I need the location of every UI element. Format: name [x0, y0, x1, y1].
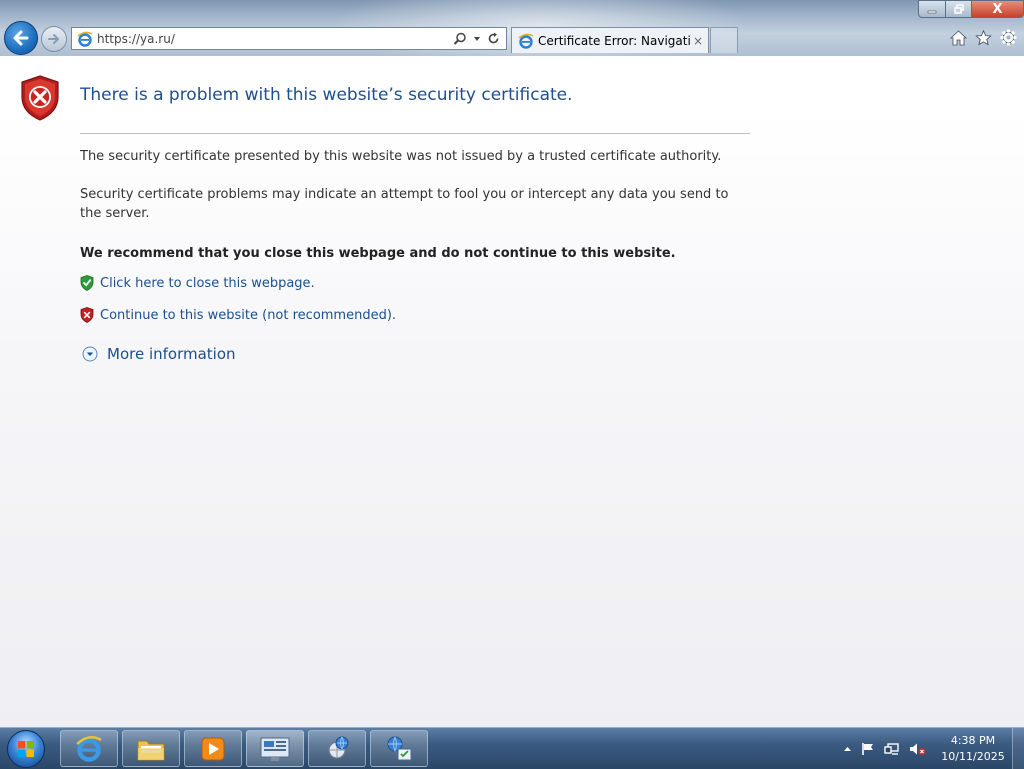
continue-website-link-label[interactable]: Continue to this website (not recommende…: [100, 308, 396, 323]
taskbar-network-settings[interactable]: [370, 730, 428, 767]
divider: [80, 133, 750, 134]
recommendation-text: We recommend that you close this webpage…: [80, 246, 676, 261]
forward-button[interactable]: [41, 26, 67, 52]
window-controls: X: [918, 0, 1024, 18]
page-content: There is a problem with this website’s s…: [0, 56, 1024, 727]
close-window-button[interactable]: X: [972, 0, 1024, 18]
windows-logo-icon: [18, 741, 34, 757]
clock-time: 4:38 PM: [950, 734, 996, 747]
red-shield-icon: [80, 307, 94, 323]
system-tray: [843, 728, 926, 769]
network-settings-icon: [387, 736, 412, 760]
chevron-down-icon: [82, 346, 98, 362]
close-icon: X: [992, 1, 1003, 17]
certificate-issue-text: The security certificate presented by th…: [80, 149, 722, 164]
taskbar-network-globe[interactable]: [308, 730, 366, 767]
restore-icon: [953, 4, 964, 14]
refresh-icon[interactable]: [487, 32, 500, 45]
taskbar-media-player[interactable]: [184, 730, 242, 767]
browser-toolbar: https://ya.ru/ Certificate Error: Naviga…: [0, 0, 1024, 56]
media-player-icon: [201, 737, 225, 760]
forward-arrow-icon: [48, 34, 59, 44]
search-icon[interactable]: [453, 32, 467, 46]
new-tab-button[interactable]: [710, 27, 738, 53]
clock-date: 10/11/2025: [941, 750, 1005, 763]
security-warning-text: Security certificate problems may indica…: [80, 187, 729, 221]
system-clock[interactable]: 4:38 PM 10/11/2025: [940, 733, 1006, 765]
home-icon[interactable]: [950, 29, 967, 46]
green-shield-icon: [80, 275, 94, 291]
address-bar[interactable]: https://ya.ru/: [71, 27, 507, 50]
ie-icon: [76, 735, 102, 762]
error-shield-icon: [21, 75, 59, 121]
volume-muted-icon[interactable]: [909, 742, 926, 756]
taskbar-internet-explorer[interactable]: [60, 730, 118, 767]
more-information-toggle[interactable]: More information: [82, 345, 236, 363]
ie-icon: [518, 33, 534, 49]
server-manager-icon: [260, 737, 290, 761]
network-tray-icon[interactable]: [884, 742, 900, 756]
dropdown-arrow-icon[interactable]: [473, 35, 481, 43]
taskbar: 4:38 PM 10/11/2025: [0, 727, 1024, 769]
taskbar-windows-explorer[interactable]: [122, 730, 180, 767]
taskbar-server-manager[interactable]: [246, 730, 304, 767]
minimize-button[interactable]: [918, 0, 946, 18]
back-arrow-icon: [13, 30, 29, 46]
page-title: There is a problem with this website’s s…: [80, 85, 573, 105]
show-desktop-button[interactable]: [1012, 728, 1024, 769]
address-url[interactable]: https://ya.ru/: [97, 32, 453, 46]
tools-gear-icon[interactable]: [1000, 29, 1017, 46]
ie-icon: [77, 31, 93, 47]
start-button[interactable]: [7, 730, 45, 768]
tab-title: Certificate Error: Navigation...: [538, 33, 691, 48]
favorites-star-icon[interactable]: [975, 29, 992, 46]
close-webpage-link-label[interactable]: Click here to close this webpage.: [100, 276, 315, 291]
more-information-label[interactable]: More information: [107, 345, 236, 363]
restore-button[interactable]: [946, 0, 972, 18]
minimize-icon: [927, 10, 937, 14]
globe-icon: [328, 736, 349, 759]
show-hidden-icons-icon[interactable]: [843, 745, 852, 753]
command-icons: [950, 29, 1017, 46]
close-webpage-link[interactable]: Click here to close this webpage.: [80, 275, 315, 291]
continue-website-link[interactable]: Continue to this website (not recommende…: [80, 307, 396, 323]
tab-close-icon[interactable]: ×: [691, 34, 705, 48]
action-center-flag-icon[interactable]: [861, 742, 875, 756]
tab-certificate-error[interactable]: Certificate Error: Navigation... ×: [511, 27, 709, 53]
folder-icon: [137, 740, 165, 760]
back-button[interactable]: [4, 21, 38, 55]
